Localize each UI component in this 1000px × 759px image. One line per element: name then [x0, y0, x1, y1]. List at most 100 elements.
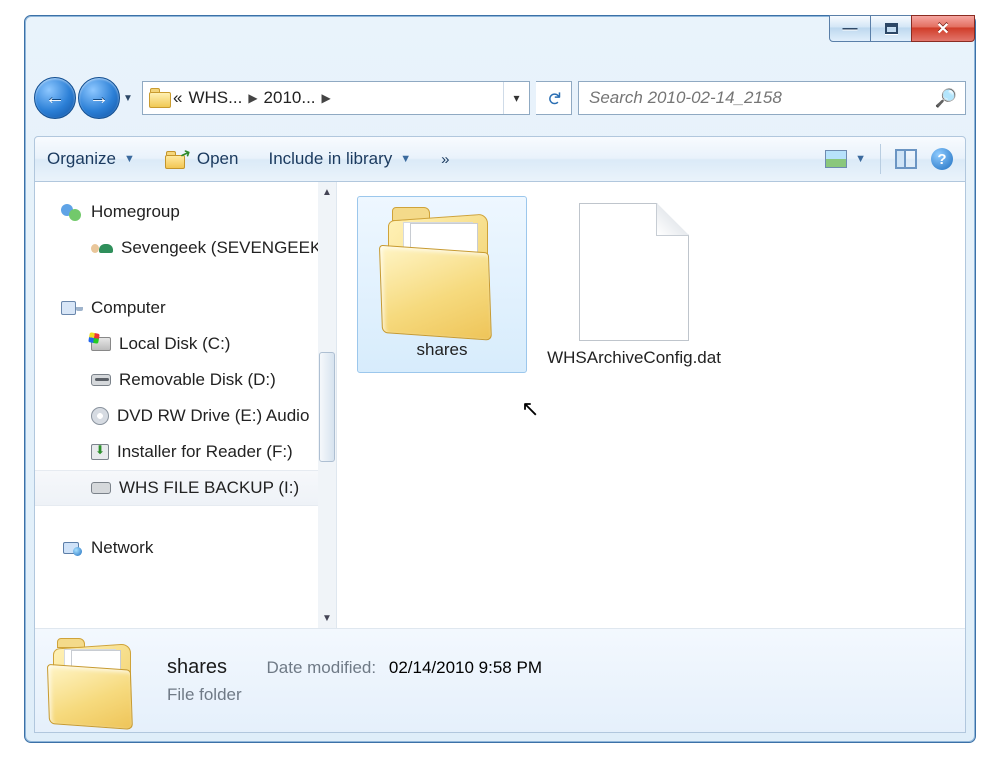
arrow-right-icon: →: [89, 87, 109, 110]
scroll-up-button[interactable]: ▲: [318, 182, 336, 202]
tree-label: Computer: [91, 298, 166, 318]
help-icon: ?: [931, 148, 953, 170]
homegroup-icon: [61, 201, 83, 223]
removable-disk-icon: [91, 374, 111, 386]
chevron-down-icon: ▼: [400, 153, 411, 165]
user-icon: [91, 237, 113, 259]
breadcrumb-overflow[interactable]: «: [173, 88, 182, 108]
preview-pane-button[interactable]: [895, 149, 917, 169]
chevron-down-icon: ▼: [855, 153, 866, 165]
help-button[interactable]: ?: [931, 148, 953, 170]
arrow-left-icon: ←: [45, 87, 65, 110]
items-pane[interactable]: shares WHSArchiveConfig.dat: [337, 182, 965, 628]
item-label: WHSArchiveConfig.dat: [547, 347, 721, 370]
breadcrumb-seg-1[interactable]: WHS...: [188, 88, 242, 108]
search-input[interactable]: [587, 87, 935, 109]
recent-locations-dropdown[interactable]: ▼: [120, 93, 136, 104]
breadcrumb: « WHS... ▶ 2010... ▶: [173, 88, 337, 108]
folder-icon: [149, 86, 173, 110]
search-icon: 🔍: [935, 88, 957, 109]
tree-computer[interactable]: Computer: [35, 290, 336, 326]
tree-drive-e[interactable]: DVD RW Drive (E:) Audio: [35, 398, 336, 434]
tree-drive-d[interactable]: Removable Disk (D:): [35, 362, 336, 398]
details-metadata: shares Date modified: 02/14/2010 9:58 PM…: [167, 656, 542, 705]
nav-buttons: ← → ▼: [34, 77, 136, 119]
installer-drive-icon: [91, 444, 109, 460]
back-button[interactable]: ←: [34, 77, 76, 119]
forward-button[interactable]: →: [78, 77, 120, 119]
explorer-window: — ✕ ← → ▼ « WHS... ▶ 2010... ▶ ▾: [24, 15, 976, 743]
minimize-button[interactable]: —: [829, 15, 871, 42]
include-label: Include in library: [268, 149, 392, 169]
tree-drive-i[interactable]: WHS FILE BACKUP (I:): [35, 470, 336, 506]
tree-label: Network: [91, 538, 153, 558]
client-area: Homegroup Sevengeek (SEVENGEEK) Computer…: [34, 182, 966, 733]
organize-menu[interactable]: Organize ▼: [47, 149, 135, 169]
details-type: File folder: [167, 685, 542, 705]
refresh-icon: ↻: [543, 90, 564, 105]
date-modified-label: Date modified:: [267, 658, 377, 677]
organize-label: Organize: [47, 149, 116, 169]
item-file-whsarchiveconfig[interactable]: WHSArchiveConfig.dat: [549, 196, 719, 381]
tree-label: DVD RW Drive (E:) Audio: [117, 406, 309, 426]
tree-scrollbar[interactable]: ▲ ▼: [318, 182, 336, 628]
close-icon: ✕: [936, 19, 949, 39]
breadcrumb-seg-2[interactable]: 2010...: [264, 88, 316, 108]
address-bar[interactable]: « WHS... ▶ 2010... ▶ ▾: [142, 81, 530, 115]
item-label: shares: [416, 339, 467, 362]
view-thumbnail-icon: [825, 150, 847, 168]
maximize-icon: [885, 23, 898, 34]
refresh-button[interactable]: ↻: [536, 81, 572, 115]
scrollbar-thumb[interactable]: [319, 352, 335, 462]
tree-label: WHS FILE BACKUP (I:): [119, 478, 299, 498]
close-button[interactable]: ✕: [911, 15, 975, 42]
tree-label: Local Disk (C:): [119, 334, 230, 354]
chevron-right-icon: ▶: [248, 91, 257, 105]
computer-icon: [61, 297, 83, 319]
dvd-drive-icon: [91, 407, 109, 425]
tree-user[interactable]: Sevengeek (SEVENGEEK): [35, 230, 336, 266]
chevron-right-icon: ▶: [322, 91, 331, 105]
tree-homegroup[interactable]: Homegroup: [35, 194, 336, 230]
minimize-icon: —: [843, 20, 858, 37]
open-folder-icon: ➜: [165, 149, 189, 169]
tree-label: Sevengeek (SEVENGEEK): [121, 238, 327, 258]
local-disk-icon: [91, 337, 111, 351]
tree-drive-c[interactable]: Local Disk (C:): [35, 326, 336, 362]
separator: [880, 144, 881, 174]
file-icon: [579, 203, 689, 341]
include-in-library-menu[interactable]: Include in library ▼: [268, 149, 411, 169]
split-pane: Homegroup Sevengeek (SEVENGEEK) Computer…: [35, 182, 965, 628]
chevron-double-right-icon: »: [441, 151, 451, 168]
tree-drive-f[interactable]: Installer for Reader (F:): [35, 434, 336, 470]
toolbar-overflow[interactable]: »: [441, 151, 451, 168]
details-thumbnail: [49, 638, 145, 724]
details-name: shares: [167, 656, 227, 678]
item-folder-shares[interactable]: shares: [357, 196, 527, 373]
open-label: Open: [197, 149, 239, 169]
nav-row: ← → ▼ « WHS... ▶ 2010... ▶ ▾ ↻ 🔍: [34, 74, 966, 122]
search-box[interactable]: 🔍: [578, 81, 966, 115]
preview-pane-icon: [895, 149, 917, 169]
spacer: [35, 506, 336, 530]
tree-label: Homegroup: [91, 202, 180, 222]
folder-icon: [382, 203, 502, 333]
chevron-down-icon: ▾: [513, 91, 519, 105]
tree-label: Removable Disk (D:): [119, 370, 276, 390]
spacer: [35, 266, 336, 290]
external-drive-icon: [91, 482, 111, 494]
maximize-button[interactable]: [870, 15, 912, 42]
tree-network[interactable]: Network: [35, 530, 336, 566]
details-pane: shares Date modified: 02/14/2010 9:58 PM…: [35, 628, 965, 732]
toolbar: Organize ▼ ➜ Open Include in library ▼ »…: [34, 136, 966, 182]
network-icon: [61, 537, 83, 559]
chevron-down-icon: ▼: [124, 153, 135, 165]
change-view-button[interactable]: ▼: [825, 150, 866, 168]
window-controls: — ✕: [830, 15, 975, 42]
titlebar: — ✕: [25, 16, 975, 54]
date-modified-value: 02/14/2010 9:58 PM: [389, 658, 542, 677]
open-button[interactable]: ➜ Open: [165, 149, 239, 169]
address-history-dropdown[interactable]: ▾: [503, 82, 529, 114]
scroll-down-button[interactable]: ▼: [318, 608, 336, 628]
chevron-down-icon: ▼: [123, 93, 133, 104]
